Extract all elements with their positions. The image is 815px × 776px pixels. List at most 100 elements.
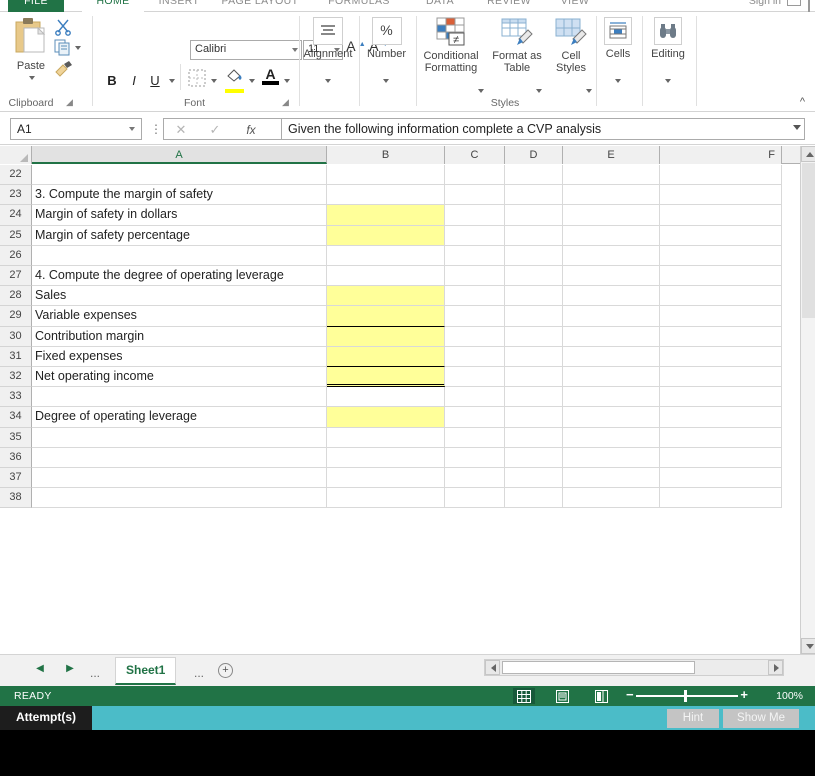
page-break-view-button[interactable]: [590, 688, 612, 704]
font-color-caret-icon[interactable]: [284, 79, 290, 83]
select-all-corner[interactable]: [0, 146, 32, 164]
cell-styles-button[interactable]: Cell Styles: [548, 17, 594, 74]
copy-button[interactable]: [54, 39, 88, 59]
cells-caret-icon[interactable]: [615, 79, 621, 83]
copy-dropdown-caret-icon[interactable]: [75, 46, 81, 50]
name-box-caret-icon[interactable]: [129, 127, 135, 131]
sign-in-button[interactable]: Sign in: [749, 0, 781, 12]
fill-color-button[interactable]: [225, 67, 244, 93]
conditional-formatting-caret-icon[interactable]: [478, 89, 484, 93]
cell-F28[interactable]: [660, 286, 782, 306]
font-color-button[interactable]: A: [262, 67, 279, 85]
borders-button[interactable]: [188, 69, 206, 92]
cell-A22[interactable]: [32, 165, 327, 185]
zoom-slider[interactable]: − +: [626, 695, 748, 697]
window-controls[interactable]: [783, 0, 811, 12]
cell-B32[interactable]: [327, 367, 445, 387]
vertical-scroll-thumb[interactable]: [802, 163, 815, 318]
cell-C35[interactable]: [445, 428, 505, 448]
cell-D25[interactable]: [505, 226, 563, 246]
font-dialog-launcher[interactable]: ◢: [282, 97, 293, 108]
number-caret-icon[interactable]: [383, 79, 389, 83]
cell-F37[interactable]: [660, 468, 782, 488]
cell-E35[interactable]: [563, 428, 660, 448]
cell-E30[interactable]: [563, 327, 660, 347]
cell-D38[interactable]: [505, 488, 563, 508]
cell-C36[interactable]: [445, 448, 505, 468]
cell-C37[interactable]: [445, 468, 505, 488]
row-header[interactable]: 38: [0, 488, 32, 508]
column-header-f[interactable]: F: [660, 146, 782, 164]
page-layout-view-button[interactable]: [551, 688, 573, 704]
cell-D22[interactable]: [505, 165, 563, 185]
row-header[interactable]: 36: [0, 448, 32, 468]
next-sheet-button[interactable]: ▶: [62, 663, 78, 679]
cell-E23[interactable]: [563, 185, 660, 205]
cell-B27[interactable]: [327, 266, 445, 286]
cell-A36[interactable]: [32, 448, 327, 468]
cell-F30[interactable]: [660, 327, 782, 347]
hint-button[interactable]: Hint: [667, 709, 719, 728]
cell-A29[interactable]: Variable expenses: [32, 306, 327, 326]
cell-D23[interactable]: [505, 185, 563, 205]
tab-review[interactable]: REVIEW: [476, 0, 542, 12]
horizontal-scroll-thumb[interactable]: [502, 661, 695, 674]
cell-E26[interactable]: [563, 246, 660, 266]
cell-D28[interactable]: [505, 286, 563, 306]
row-header[interactable]: 34: [0, 407, 32, 427]
cell-F33[interactable]: [660, 387, 782, 407]
cells-button[interactable]: Cells: [596, 17, 640, 60]
column-header-a[interactable]: A: [32, 146, 327, 164]
cell-E32[interactable]: [563, 367, 660, 387]
cell-C24[interactable]: [445, 205, 505, 225]
cell-B28[interactable]: [327, 286, 445, 306]
column-header-b[interactable]: B: [327, 146, 445, 164]
scroll-up-button[interactable]: [801, 146, 815, 162]
conditional-formatting-button[interactable]: ≠ Conditional Formatting: [416, 17, 486, 74]
column-header-e[interactable]: E: [563, 146, 660, 164]
cell-B24[interactable]: [327, 205, 445, 225]
underline-button[interactable]: U: [146, 70, 164, 92]
row-header[interactable]: 37: [0, 468, 32, 488]
cell-C38[interactable]: [445, 488, 505, 508]
cell-A28[interactable]: Sales: [32, 286, 327, 306]
cell-F22[interactable]: [660, 165, 782, 185]
sheet-right-dots[interactable]: ...: [194, 666, 204, 680]
cell-D35[interactable]: [505, 428, 563, 448]
cell-B36[interactable]: [327, 448, 445, 468]
cell-A25[interactable]: Margin of safety percentage: [32, 226, 327, 246]
cell-E24[interactable]: [563, 205, 660, 225]
cell-E29[interactable]: [563, 306, 660, 326]
paste-dropdown-caret-icon[interactable]: [29, 76, 35, 80]
zoom-out-button[interactable]: −: [626, 687, 634, 702]
cell-F38[interactable]: [660, 488, 782, 508]
horizontal-scrollbar[interactable]: [484, 659, 784, 676]
sheet-left-dots[interactable]: ...: [90, 666, 100, 680]
cell-F36[interactable]: [660, 448, 782, 468]
zoom-in-button[interactable]: +: [740, 687, 748, 702]
cell-F27[interactable]: [660, 266, 782, 286]
add-sheet-button[interactable]: +: [218, 663, 233, 678]
cell-F34[interactable]: [660, 407, 782, 427]
tab-data[interactable]: DATA: [412, 0, 468, 12]
cell-A34[interactable]: Degree of operating leverage: [32, 407, 327, 427]
cell-D24[interactable]: [505, 205, 563, 225]
cell-A23[interactable]: 3. Compute the margin of safety: [32, 185, 327, 205]
cell-C30[interactable]: [445, 327, 505, 347]
cell-D34[interactable]: [505, 407, 563, 427]
cell-C28[interactable]: [445, 286, 505, 306]
cell-B35[interactable]: [327, 428, 445, 448]
tab-formulas[interactable]: FORMULAS: [316, 0, 402, 12]
cell-C25[interactable]: [445, 226, 505, 246]
cell-D29[interactable]: [505, 306, 563, 326]
row-header[interactable]: 22: [0, 165, 32, 185]
normal-view-button[interactable]: [513, 688, 535, 704]
cell-D33[interactable]: [505, 387, 563, 407]
cell-F25[interactable]: [660, 226, 782, 246]
alignment-caret-icon[interactable]: [325, 79, 331, 83]
zoom-level[interactable]: 100%: [776, 690, 803, 702]
cell-C27[interactable]: [445, 266, 505, 286]
expand-formula-bar-icon[interactable]: [793, 125, 801, 130]
fill-color-caret-icon[interactable]: [249, 79, 255, 83]
cell-B34[interactable]: [327, 407, 445, 427]
